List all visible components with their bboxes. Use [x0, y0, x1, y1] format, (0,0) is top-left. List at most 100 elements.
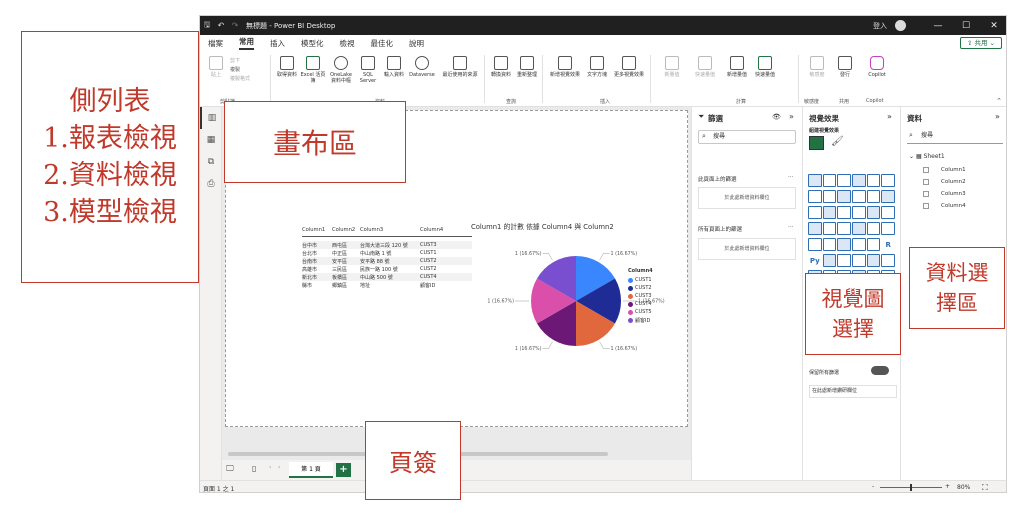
sign-in-label[interactable]: 登入 [873, 21, 887, 31]
quick-measure-disabled-button[interactable]: 快速量值 [690, 54, 720, 98]
data-search-input[interactable]: ⌕ 搜尋 [907, 130, 1003, 144]
treemap-icon[interactable] [808, 222, 822, 235]
python-visual-icon[interactable]: Py [808, 254, 822, 267]
zoom-in-button[interactable]: + [945, 483, 950, 490]
enter-data-button[interactable]: 輸入資料 [381, 54, 407, 98]
menu-help[interactable]: 說明 [409, 38, 424, 49]
waterfall-icon[interactable] [866, 190, 881, 203]
clustered-column-icon[interactable] [852, 174, 866, 187]
new-measure-button[interactable]: 新增量值 [724, 54, 750, 98]
build-visual-tab[interactable] [809, 136, 824, 150]
stacked-column-icon[interactable] [837, 174, 852, 187]
cut-button[interactable]: 剪下 [230, 57, 240, 64]
stacked-area-icon[interactable] [837, 190, 852, 203]
menu-file[interactable]: 檔案 [208, 38, 223, 49]
table-row[interactable]: 高雄市 三民區 民族一路 100 號 CUST2 [302, 265, 472, 273]
table-header-cell[interactable]: Column1 [302, 227, 332, 233]
gauge-icon[interactable] [866, 222, 881, 235]
field-checkbox[interactable] [923, 167, 929, 173]
decomposition-icon[interactable] [837, 254, 851, 267]
legend-item[interactable]: CUST1 [628, 276, 653, 284]
field-item[interactable]: Column2 [923, 179, 966, 185]
quick-measure-button[interactable]: 快速量值 [752, 54, 778, 98]
table-header-cell[interactable]: Column3 [360, 227, 420, 233]
filled-map-icon[interactable] [837, 222, 852, 235]
table-row[interactable]: 新北市 板橋區 中山路 500 號 CUST4 [302, 273, 472, 281]
drill-through-drop-zone[interactable]: 在此處新增鑽研欄位 [809, 385, 897, 398]
all-pages-filter-drop-zone[interactable]: 於此處新增資料欄位 [698, 238, 796, 260]
100-bar-icon[interactable] [866, 174, 881, 187]
redo-icon[interactable]: ↷ [228, 21, 242, 30]
menu-modeling[interactable]: 模型化 [301, 38, 324, 49]
collapse-pane-icon[interactable]: » [995, 112, 1000, 121]
table-node-sheet1[interactable]: ⌄ ▦ Sheet1 [909, 153, 945, 160]
copilot-button[interactable]: Copilot [862, 54, 892, 98]
legend-item[interactable]: CUST2 [628, 284, 653, 292]
maximize-button[interactable]: ☐ [952, 21, 980, 31]
line-icon[interactable] [808, 190, 822, 203]
scatter-funnel-icon[interactable] [837, 206, 852, 219]
minimize-button[interactable]: — [924, 21, 952, 31]
share-button[interactable]: ⇪ 共用 ⌄ [959, 37, 1002, 49]
collapse-pane-icon[interactable]: » [887, 112, 892, 121]
filter-search-input[interactable]: ⌕ 搜尋 [698, 130, 796, 144]
more-icon[interactable] [881, 254, 895, 267]
report-view-icon[interactable]: ▥ [200, 107, 222, 129]
zoom-out-button[interactable]: - [872, 483, 874, 490]
field-checkbox[interactable] [923, 179, 929, 185]
multi-card-icon[interactable] [808, 238, 822, 251]
table-header-cell[interactable]: Column2 [332, 227, 360, 233]
excel-button[interactable]: Excel 活頁簿 [300, 54, 326, 98]
table-icon[interactable] [852, 238, 866, 251]
menu-view[interactable]: 檢視 [340, 38, 355, 49]
sensitivity-button[interactable]: 敏感度 [804, 54, 830, 98]
matrix-icon[interactable] [866, 238, 881, 251]
legend-item[interactable]: CUST5 [628, 308, 653, 316]
ribbon-icon[interactable] [852, 190, 866, 203]
format-visual-tab[interactable]: 🖌 [831, 136, 844, 147]
scatter-icon[interactable] [852, 206, 866, 219]
sql-server-button[interactable]: SQL Server [355, 54, 381, 98]
field-item[interactable]: Column4 [923, 203, 966, 209]
field-item[interactable]: Column1 [923, 167, 966, 173]
pie-chart-visual[interactable]: 1 (16.67%) 1 (16.67%) 1 (16.67%) 1 (16.67%)… [471, 221, 693, 361]
table-visual[interactable]: Column1 Column2 Column3 Column4 台中市 西屯區 台灣… [302, 227, 472, 307]
menu-home[interactable]: 常用 [239, 36, 254, 50]
close-button[interactable]: ✕ [980, 21, 1006, 31]
prev-page-icon[interactable]: ‹ [269, 464, 271, 471]
field-item[interactable]: Column3 [923, 191, 966, 197]
stacked-bar-icon[interactable] [808, 174, 822, 187]
table-row[interactable]: 台南市 安平區 安平路 88 號 CUST2 [302, 257, 472, 265]
qa-icon[interactable] [851, 254, 866, 267]
dax-view-icon[interactable]: ⎙ [200, 173, 222, 195]
table-row[interactable]: 台中市 西屯區 台灣大道三段 120 號 CUST3 [302, 241, 472, 249]
menu-insert[interactable]: 插入 [270, 38, 285, 49]
legend-item[interactable]: 顧客ID [628, 316, 653, 324]
page-tab-1[interactable]: 第 1 頁 [289, 462, 333, 478]
zoom-slider-thumb[interactable] [910, 484, 912, 491]
kpi-icon[interactable] [822, 238, 837, 251]
textbox-button[interactable]: 文字方塊 [584, 54, 610, 98]
100-column-icon[interactable] [881, 174, 896, 187]
azure-map-icon[interactable] [852, 222, 866, 235]
r-visual-icon[interactable]: R [881, 238, 895, 251]
field-checkbox[interactable] [923, 191, 929, 197]
collapse-pane-icon[interactable]: » [789, 112, 794, 121]
map-icon[interactable] [822, 222, 837, 235]
legend-item[interactable]: CUST3 [628, 292, 653, 300]
menu-optimize[interactable]: 最佳化 [371, 38, 394, 49]
save-icon[interactable]: 🖫 [200, 19, 214, 33]
chevron-up-icon[interactable]: ⌃ [996, 97, 1002, 105]
area-icon[interactable] [822, 190, 837, 203]
funnel-icon[interactable] [881, 190, 896, 203]
line-clustered-icon[interactable] [822, 206, 837, 219]
more-visuals-button[interactable]: 更多視覺效果 [612, 54, 646, 98]
transform-data-button[interactable]: 轉換資料 [488, 54, 514, 98]
avatar[interactable] [895, 20, 906, 31]
eye-icon[interactable]: 👁 [772, 113, 781, 121]
recent-sources-button[interactable]: 最近使用的來源 [440, 54, 480, 98]
page-filter-drop-zone[interactable]: 於此處新增資料欄位 [698, 187, 796, 209]
chevron-down-icon[interactable]: ⌄ [909, 153, 914, 160]
refresh-button[interactable]: 重新整理 [514, 54, 540, 98]
publish-button[interactable]: 發行 [832, 54, 858, 98]
